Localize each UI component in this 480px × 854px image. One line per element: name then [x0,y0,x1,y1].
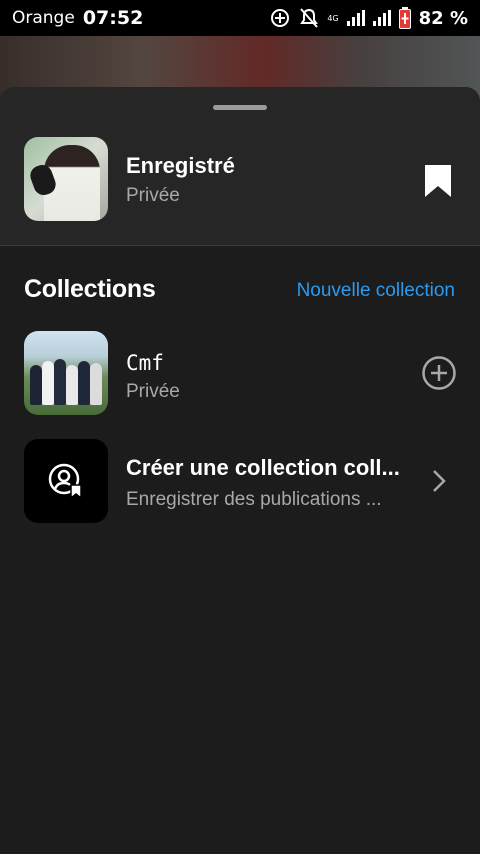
bookmark-icon[interactable] [424,164,452,198]
data-saver-icon [271,9,290,27]
saved-thumbnail [24,137,108,221]
collection-item-cmf[interactable]: Cmf Privée [0,331,480,415]
carrier-label: Orange [12,8,75,28]
add-circle-icon[interactable] [422,356,456,390]
collection-title: Cmf [126,351,164,375]
create-collection-title: Créer une collection coll... [126,455,400,480]
battery-percent: 82 % [418,7,468,29]
notifications-off-icon [300,8,319,28]
bottom-sheet: Enregistré Privée Collections Nouvelle c… [0,87,480,854]
saved-row[interactable]: Enregistré Privée [0,137,480,221]
battery-charging-icon [398,7,411,29]
saved-privacy: Privée [126,185,180,206]
create-collection-thumbnail [24,439,108,523]
chevron-right-icon[interactable] [432,469,446,493]
create-collection-subtitle: Enregistrer des publications ... [126,489,382,510]
signal-icon [372,10,391,26]
collections-heading: Collections [24,275,156,303]
new-collection-link[interactable]: Nouvelle collection [297,280,455,302]
status-icons: 4G 82 % [269,7,468,29]
network-type: 4G [327,13,339,23]
clock: 07:52 [82,7,144,29]
drag-handle[interactable] [213,105,267,110]
signal-icon [346,10,365,26]
create-collection-item[interactable]: Créer une collection coll... Enregistrer… [0,439,480,523]
collection-privacy: Privée [126,381,180,402]
saved-title: Enregistré [126,153,235,178]
status-bar: Orange 07:52 4G 82 % [0,0,480,36]
collection-thumbnail [24,331,108,415]
profile-bookmark-icon [48,463,82,500]
